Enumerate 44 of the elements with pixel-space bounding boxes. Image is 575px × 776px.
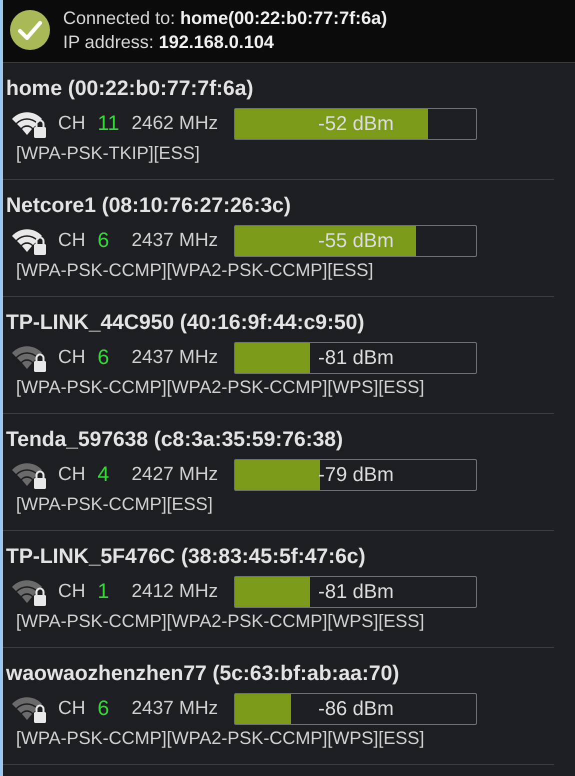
- wifi-lock-icon: [10, 694, 48, 724]
- security-text: [WPA-PSK-CCMP][WPA2-PSK-CCMP][WPS][ESS]: [16, 377, 426, 398]
- frequency-text: 2427 MHz: [131, 464, 220, 486]
- wifi-lock-icon: [10, 343, 48, 373]
- wifi-lock-icon: [10, 460, 48, 490]
- signal-reading: -81 dBm: [317, 581, 395, 604]
- network-name: home (00:22:b0:77:7f:6a): [6, 77, 254, 101]
- wifi-lock-icon: [10, 109, 48, 139]
- channel-number: 11: [97, 112, 120, 136]
- channel-label: CH: [58, 347, 86, 369]
- signal-reading: -52 dBm: [317, 113, 395, 136]
- network-name: TP-LINK_44C950 (40:16:9f:44:c9:50): [6, 311, 366, 335]
- security-text: [WPA-PSK-CCMP][WPA2-PSK-CCMP][WPS][ESS]: [16, 611, 426, 632]
- channel-label: CH: [58, 581, 86, 603]
- channel-number: 6: [97, 697, 110, 721]
- signal-reading: -86 dBm: [317, 698, 395, 721]
- wifi-lock-icon: [10, 226, 48, 256]
- channel-label: CH: [58, 113, 86, 135]
- channel-number: 6: [97, 346, 110, 370]
- wifi-lock-icon: [10, 577, 48, 607]
- security-text: [WPA-PSK-CCMP][ESS]: [16, 494, 214, 515]
- channel-number: 1: [97, 580, 110, 604]
- channel-number: 4: [97, 463, 110, 487]
- check-icon: [9, 9, 51, 51]
- frequency-text: 2437 MHz: [131, 347, 220, 369]
- frequency-text: 2412 MHz: [131, 581, 220, 603]
- frequency-text: 2437 MHz: [131, 698, 220, 720]
- channel-number: 6: [97, 229, 110, 253]
- security-text: [WPA-PSK-CCMP][WPA2-PSK-CCMP][ESS]: [16, 260, 374, 281]
- channel-label: CH: [58, 230, 86, 252]
- frequency-text: 2462 MHz: [131, 113, 220, 135]
- security-text: [WPA-PSK-TKIP][ESS]: [16, 143, 201, 164]
- network-name: TP-LINK_5F476C (38:83:45:5f:47:6c): [6, 545, 366, 569]
- signal-reading: -81 dBm: [317, 347, 395, 370]
- security-text: [WPA-PSK-CCMP][WPA2-PSK-CCMP][WPS][ESS]: [16, 728, 426, 749]
- connected-to-text: Connected to: home(00:22:b0:77:7f:6a): [63, 8, 388, 28]
- frequency-text: 2437 MHz: [131, 230, 220, 252]
- channel-label: CH: [58, 698, 86, 720]
- signal-reading: -55 dBm: [317, 230, 395, 253]
- channel-label: CH: [58, 464, 86, 486]
- network-name: Tenda_597638 (c8:3a:35:59:76:38): [6, 428, 344, 452]
- network-name: Netcore1 (08:10:76:27:26:3c): [6, 194, 292, 218]
- ip-address-text: IP address: 192.168.0.104: [63, 32, 275, 52]
- network-name: waowaozhenzhen77 (5c:63:bf:ab:aa:70): [6, 662, 400, 686]
